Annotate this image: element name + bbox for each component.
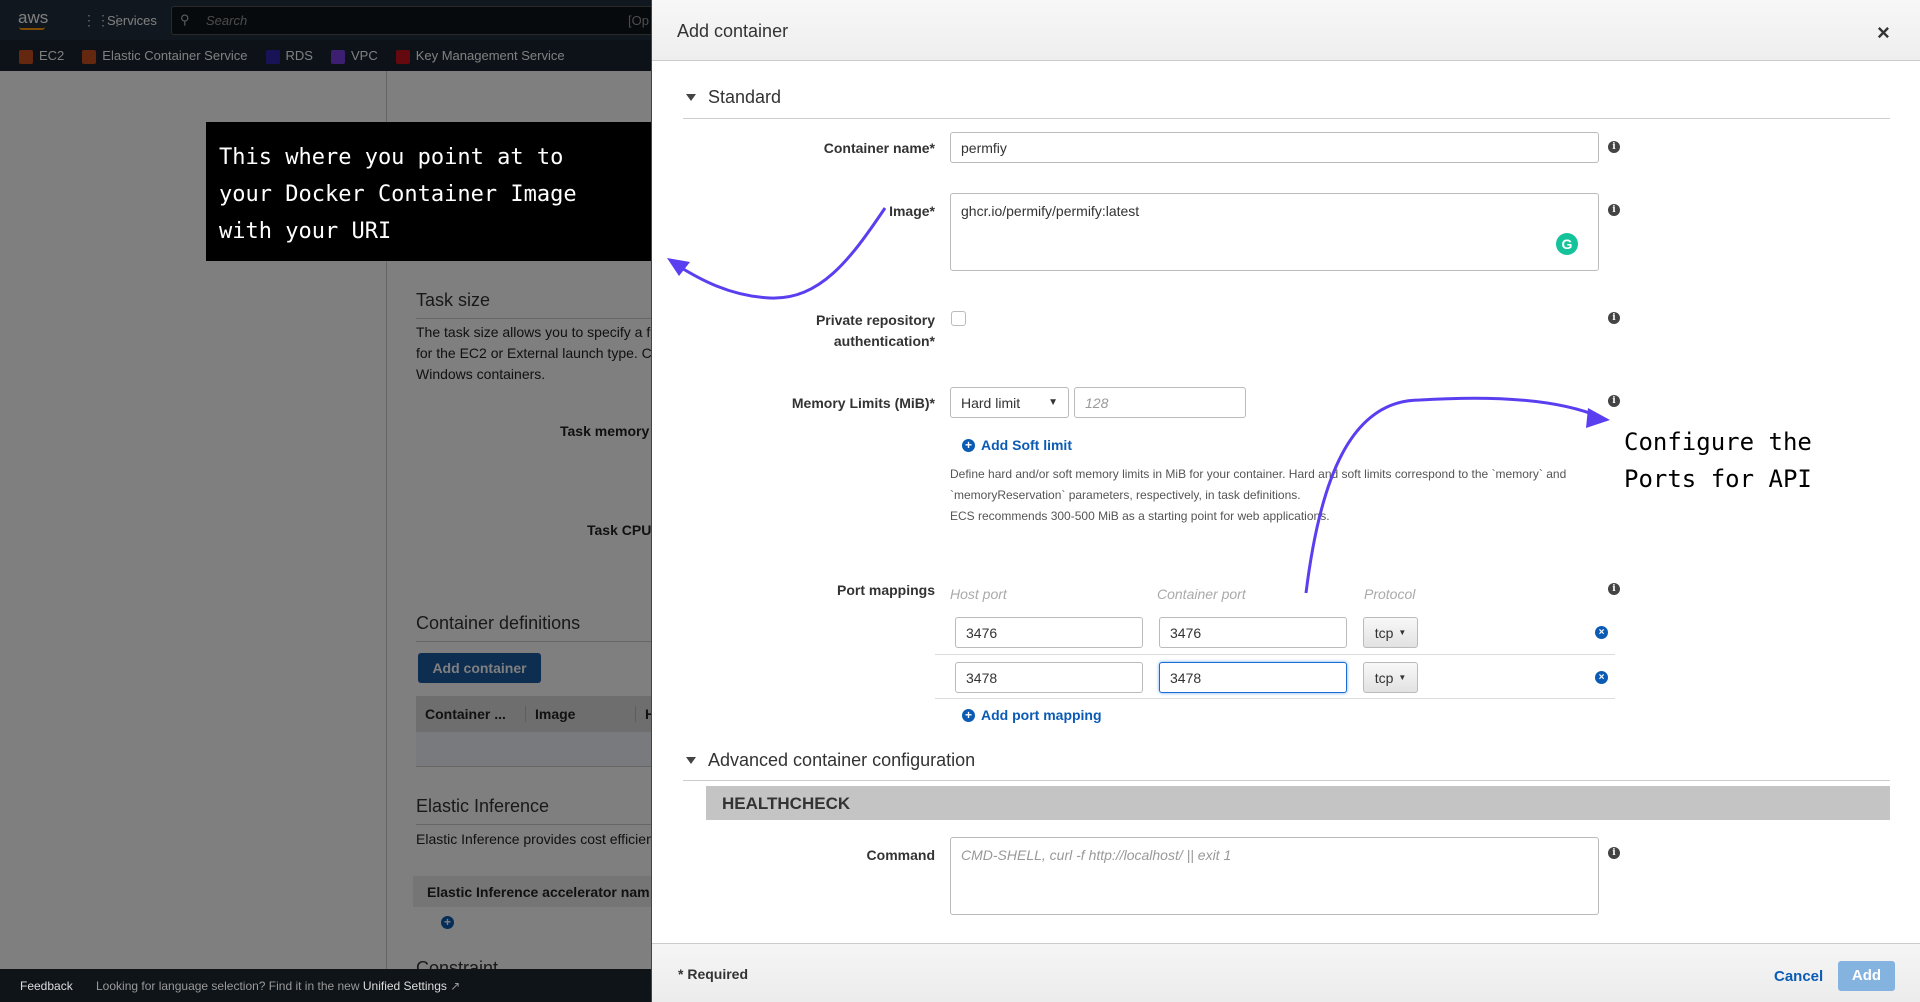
annotation-line: Configure the bbox=[1624, 428, 1812, 456]
arrow-to-ports bbox=[1304, 396, 1601, 594]
arrow-to-image-field bbox=[671, 207, 887, 300]
annotation-layer bbox=[667, 207, 1610, 594]
arrowhead bbox=[667, 258, 690, 276]
ports-annotation: Configure the Ports for API bbox=[1624, 424, 1812, 498]
arrowhead bbox=[1586, 408, 1610, 428]
annotation-line: Ports for API bbox=[1624, 465, 1812, 493]
